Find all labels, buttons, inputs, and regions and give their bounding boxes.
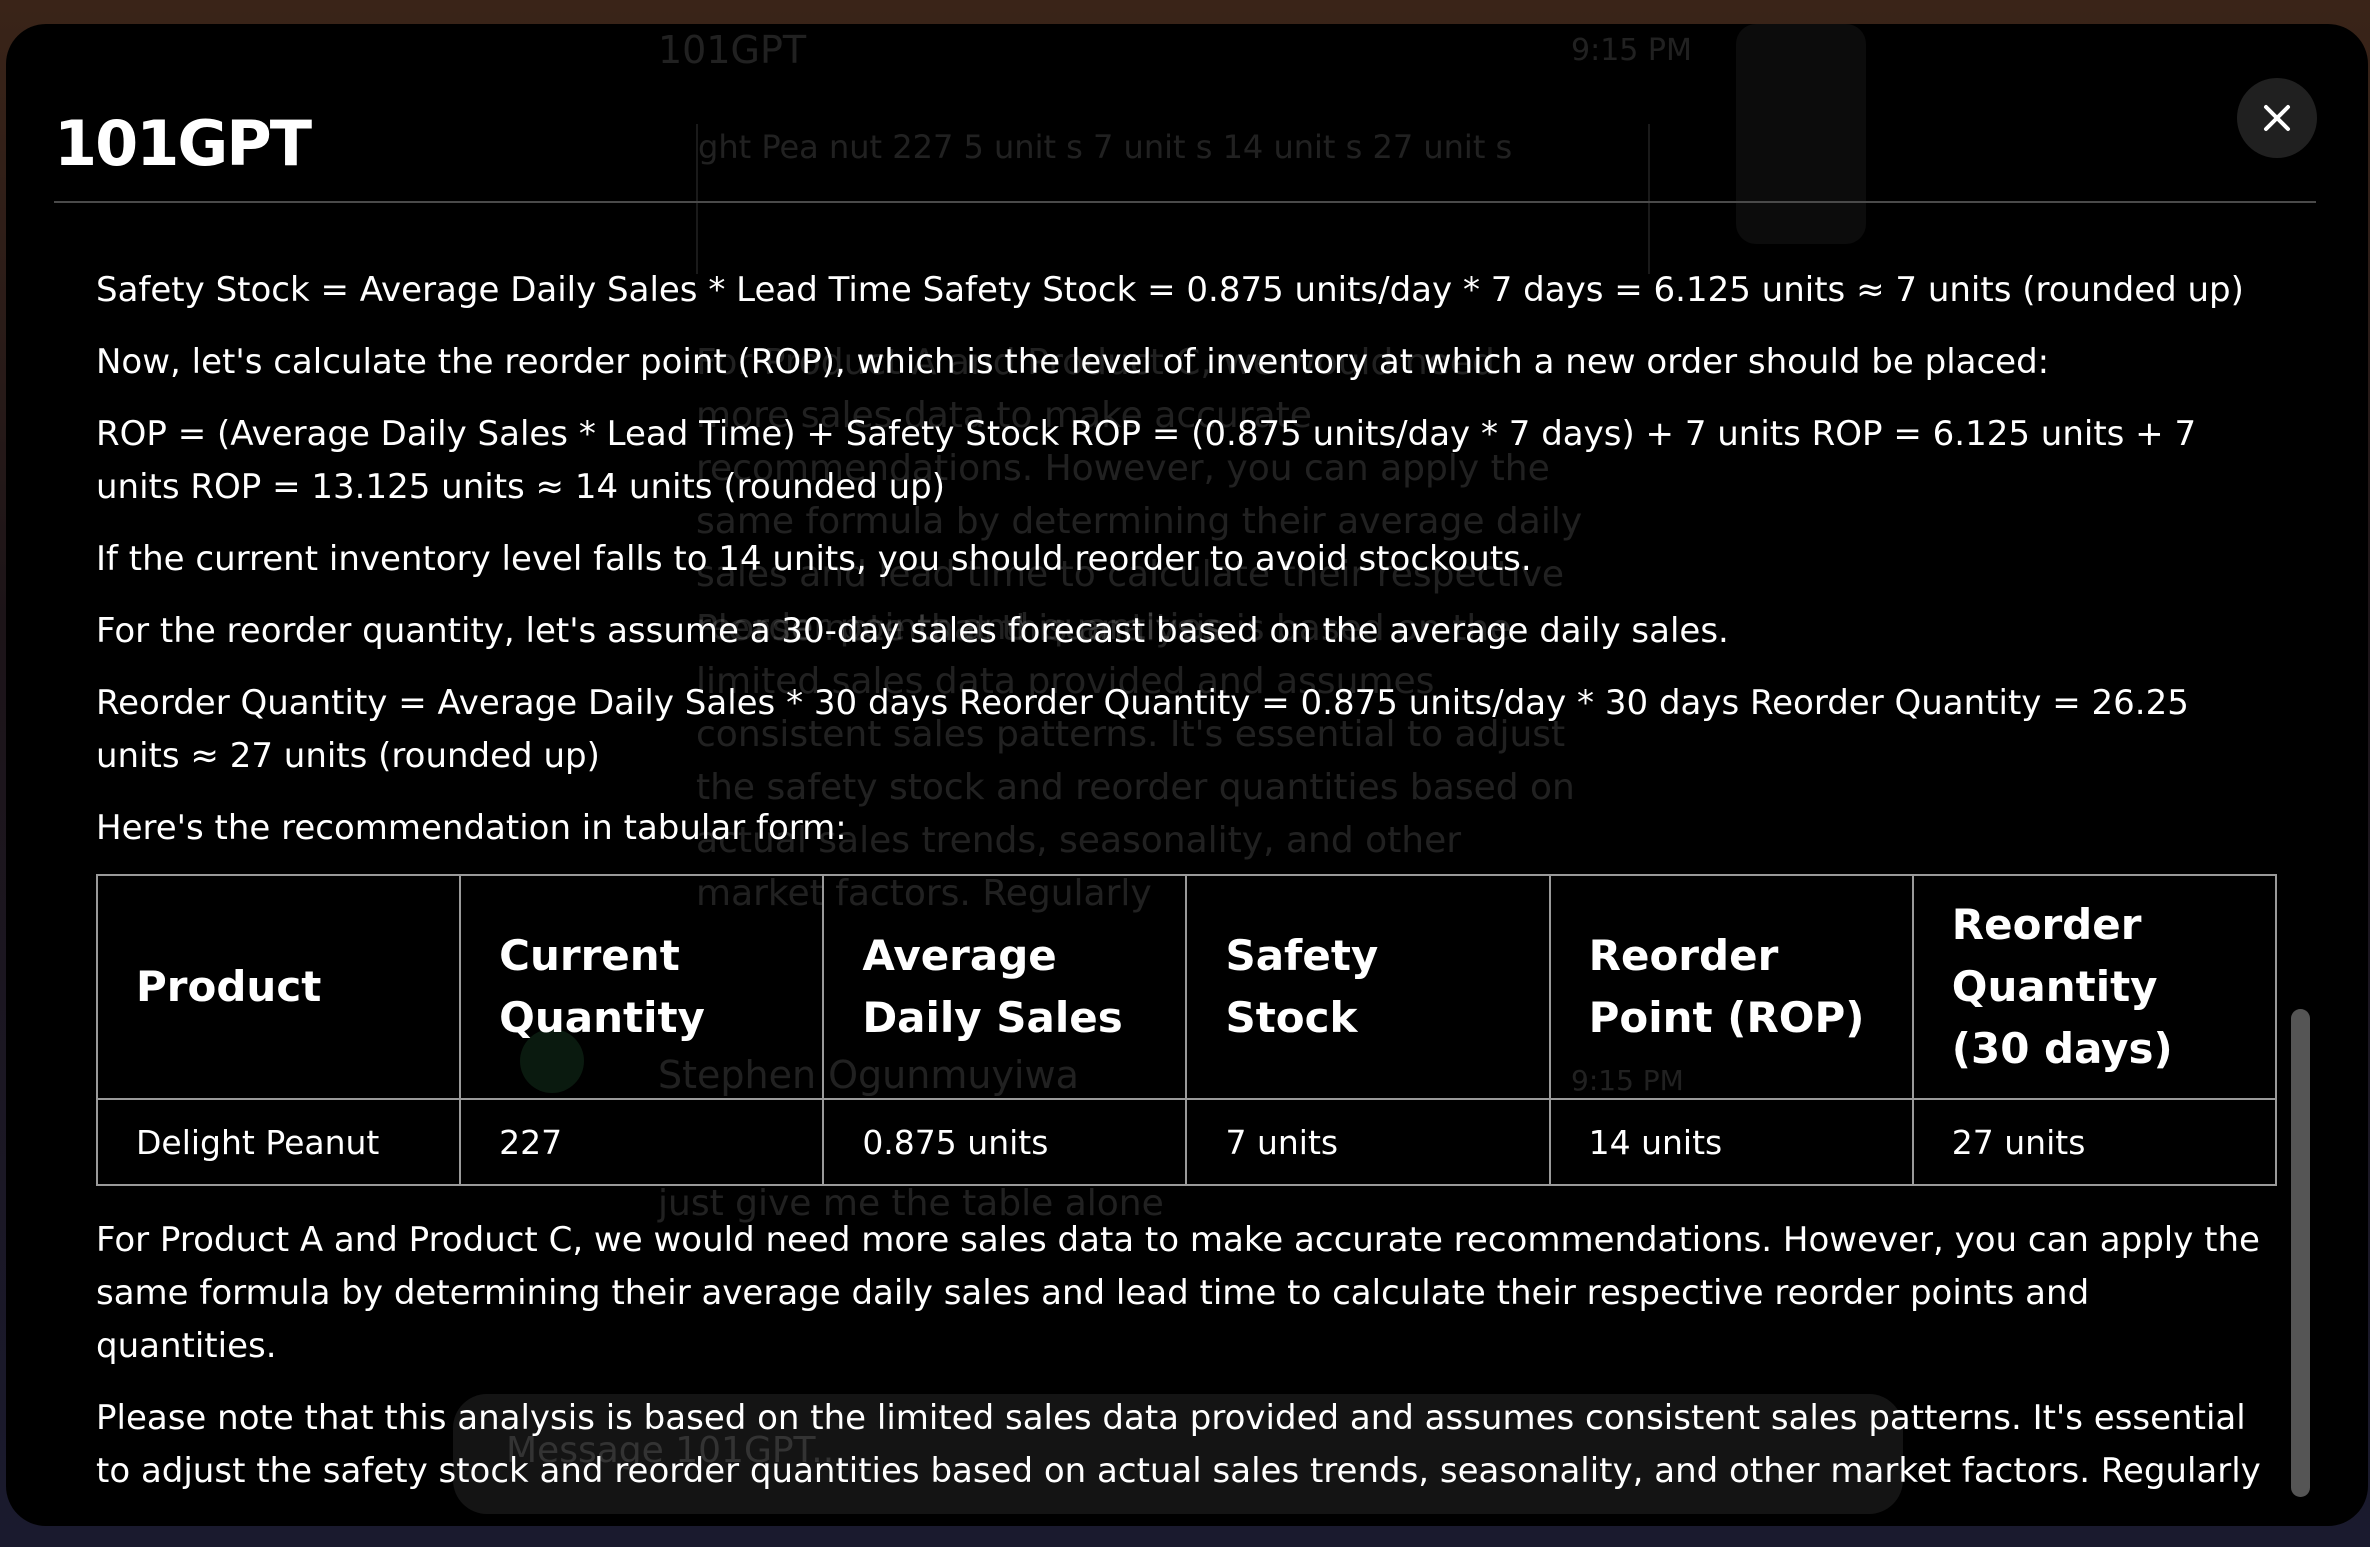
table-cell-current-quantity: 227	[459, 1098, 825, 1186]
recommendation-table: Product Current Quantity Average Daily S…	[95, 874, 2278, 1186]
safety-stock-formula: Safety Stock = Average Daily Sales * Lea…	[96, 270, 2244, 310]
table-row: Delight Peanut 227 0.875 units 7 units 1…	[95, 1098, 2278, 1186]
background-table-cell: 7 unit s	[1093, 128, 1213, 166]
response-content: Safety Stock = Average Daily Sales * Lea…	[95, 264, 2278, 1517]
background-table-cells: ght Pea nut 227 5 unit s 7 unit s 14 uni…	[698, 124, 1512, 171]
table-cell-safety-stock: 7 units	[1185, 1098, 1551, 1186]
modal-title: 101GPT	[54, 107, 312, 180]
background-table-cell: ght Pea nut	[698, 128, 883, 166]
other-products-note: For Product A and Product C, we would ne…	[96, 1220, 2260, 1366]
analysis-disclaimer: Please note that this analysis is based …	[96, 1398, 2261, 1491]
close-icon	[2264, 105, 2290, 131]
close-button[interactable]	[2237, 78, 2317, 158]
column-header-current-quantity: Current Quantity	[459, 874, 825, 1100]
background-table-cell: 5 unit s	[963, 128, 1083, 166]
background-table-cell: 27 unit s	[1372, 128, 1513, 166]
response-modal: 101GPT 9:15 PM ght Pea nut 227 5 unit s …	[6, 24, 2368, 1526]
rop-formula: ROP = (Average Daily Sales * Lead Time) …	[96, 414, 2197, 507]
table-intro: Here's the recommendation in tabular for…	[96, 808, 847, 848]
table-cell-reorder-quantity: 27 units	[1911, 1098, 2278, 1186]
table-cell-reorder-point: 14 units	[1548, 1098, 1914, 1186]
column-header-average-daily-sales: Average Daily Sales	[822, 874, 1188, 1100]
column-header-product: Product	[95, 874, 462, 1100]
background-table-cell: 227	[892, 128, 954, 166]
table-header-row: Product Current Quantity Average Daily S…	[95, 874, 2278, 1100]
background-timestamp: 9:15 PM	[1571, 33, 1692, 68]
background-table: ght Pea nut 227 5 unit s 7 unit s 14 uni…	[696, 124, 1650, 274]
column-header-reorder-point: Reorder Point (ROP)	[1548, 874, 1914, 1100]
table-cell-average-daily-sales: 0.875 units	[822, 1098, 1188, 1186]
column-header-safety-stock: Safety Stock	[1185, 874, 1551, 1100]
background-table-cell: 14 unit s	[1222, 128, 1363, 166]
background-action-panel	[1736, 24, 1866, 244]
background-chat-title: 101GPT	[658, 28, 807, 72]
rop-intro: Now, let's calculate the reorder point (…	[96, 342, 2050, 382]
scrollbar-thumb[interactable]	[2291, 1009, 2310, 1497]
rop-explanation: If the current inventory level falls to …	[96, 539, 1532, 579]
header-divider	[54, 201, 2316, 203]
reorder-quantity-intro: For the reorder quantity, let's assume a…	[96, 611, 1729, 651]
table-cell-product: Delight Peanut	[95, 1098, 462, 1186]
column-header-reorder-quantity: Reorder Quantity (30 days)	[1911, 874, 2278, 1100]
reorder-quantity-formula: Reorder Quantity = Average Daily Sales *…	[96, 683, 2189, 776]
